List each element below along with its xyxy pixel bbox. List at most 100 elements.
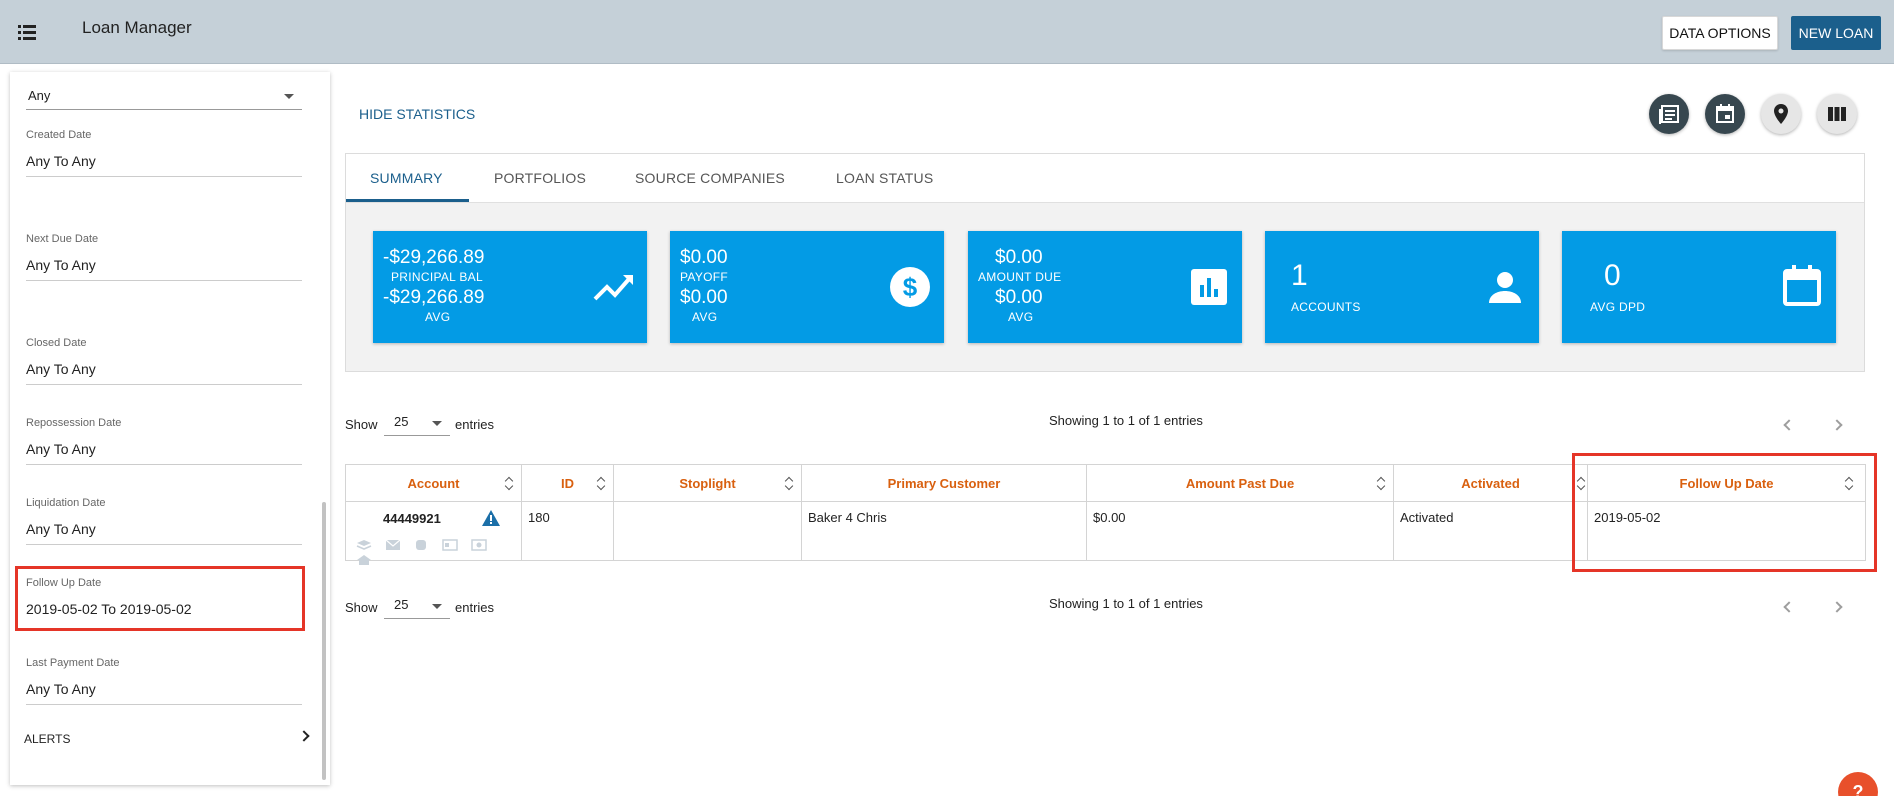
sort-icon [596, 476, 606, 491]
map-view-button[interactable] [1761, 94, 1801, 134]
loan-manager-app: Loan Manager DATA OPTIONS NEW LOAN Any C… [0, 0, 1894, 796]
layers-icon[interactable] [356, 539, 372, 551]
column-header-primary-customer[interactable]: Primary Customer [801, 464, 1087, 502]
show-label: Show [345, 600, 378, 615]
filter-label: Last Payment Date [26, 657, 120, 669]
card-avg-value: $0.00 [995, 287, 1043, 308]
follow-up-date-filter: Follow Up Date 2019-05-02 To 2019-05-02 [26, 577, 302, 624]
follow-up-date-input[interactable]: 2019-05-02 To 2019-05-02 [26, 601, 302, 624]
principal-bal-card: -$29,266.89 PRINCIPAL BAL -$29,266.89 AV… [373, 231, 647, 343]
dollar-circle-icon: $ [890, 267, 930, 307]
card-value: $0.00 [680, 247, 728, 268]
card-value: 1 [1291, 259, 1308, 292]
avg-dpd-card: 0 AVG DPD [1562, 231, 1836, 343]
repossession-date-input[interactable]: Any To Any [26, 441, 302, 465]
id-card-icon[interactable] [442, 538, 458, 551]
columns-icon [1828, 107, 1846, 121]
closed-date-input[interactable]: Any To Any [26, 361, 302, 385]
cell-follow-up-date: 2019-05-02 [1587, 501, 1866, 561]
status-select-value: Any [28, 88, 51, 103]
card-label: PRINCIPAL BAL [391, 270, 483, 284]
sort-icon [784, 476, 794, 491]
card-label: PAYOFF [680, 270, 729, 284]
next-due-date-input[interactable]: Any To Any [26, 257, 302, 281]
calendar-view-button[interactable] [1705, 94, 1745, 134]
app-title: Loan Manager [82, 18, 192, 37]
tab-loan-status[interactable]: LOAN STATUS [836, 170, 933, 186]
cell-activated: Activated [1393, 501, 1588, 561]
phone-icon[interactable] [413, 539, 429, 551]
chevron-left-icon [1783, 419, 1795, 431]
card-label: ACCOUNTS [1291, 300, 1361, 314]
created-date-filter: Created Date Any To Any [26, 129, 302, 177]
table-header-row: Account ID Stoplight Primary Customer Am… [345, 464, 1866, 502]
column-header-amount-past-due[interactable]: Amount Past Due [1086, 464, 1394, 502]
column-header-follow-up-date[interactable]: Follow Up Date [1587, 464, 1866, 502]
columns-view-button[interactable] [1817, 94, 1857, 134]
help-button[interactable]: ? [1838, 772, 1878, 796]
entries-label: entries [455, 600, 495, 615]
chevron-left-icon [1783, 601, 1795, 613]
card-value: -$29,266.89 [383, 247, 485, 268]
cell-amount-past-due: $0.00 [1086, 501, 1394, 561]
sort-icon [504, 476, 514, 491]
person-icon [1489, 272, 1521, 303]
repossession-date-filter: Repossession Date Any To Any [26, 417, 302, 465]
card-avg-value: -$29,266.89 [383, 287, 485, 308]
next-page-button[interactable] [1829, 416, 1849, 436]
chevron-down-icon [284, 94, 294, 99]
new-loan-button[interactable]: NEW LOAN [1791, 16, 1881, 50]
created-date-input[interactable]: Any To Any [26, 153, 302, 177]
card-avg-label: AVG [425, 310, 451, 324]
entries-select-value: 25 [394, 597, 409, 612]
chevron-right-icon [1831, 601, 1843, 613]
sort-icon [1844, 476, 1854, 491]
cell-stoplight [613, 501, 802, 561]
chevron-down-icon [432, 604, 442, 609]
menu-icon[interactable] [14, 22, 40, 44]
stats-tabs: SUMMARY PORTFOLIOS SOURCE COMPANIES LOAN… [346, 154, 1864, 203]
entries-select[interactable]: 25 [384, 412, 450, 436]
table-info: Showing 1 to 1 of 1 entries [1049, 413, 1203, 428]
tab-summary[interactable]: SUMMARY [370, 170, 443, 186]
filter-label: Created Date [26, 129, 92, 141]
previous-page-button-bottom[interactable] [1777, 598, 1797, 618]
tab-portfolios[interactable]: PORTFOLIOS [494, 170, 586, 186]
next-page-button-bottom[interactable] [1829, 598, 1849, 618]
sort-icon [1576, 476, 1586, 491]
last-payment-date-filter: Last Payment Date Any To Any [26, 657, 302, 705]
card-avg-value: $0.00 [680, 287, 728, 308]
column-header-stoplight[interactable]: Stoplight [613, 464, 802, 502]
data-options-button[interactable]: DATA OPTIONS [1662, 16, 1778, 50]
entries-select-bottom[interactable]: 25 [384, 595, 450, 619]
card-avg-label: AVG [1008, 310, 1034, 324]
previous-page-button[interactable] [1777, 416, 1797, 436]
chevron-right-icon [1831, 419, 1843, 431]
home-icon[interactable] [356, 554, 372, 566]
cell-account: 44449921 [345, 501, 522, 565]
column-header-activated[interactable]: Activated [1393, 464, 1588, 502]
hide-statistics-link[interactable]: HIDE STATISTICS [359, 106, 475, 122]
closed-date-filter: Closed Date Any To Any [26, 337, 302, 385]
column-header-account[interactable]: Account [345, 464, 522, 502]
column-header-id[interactable]: ID [521, 464, 614, 502]
liquidation-date-input[interactable]: Any To Any [26, 521, 302, 545]
loans-table: Account ID Stoplight Primary Customer Am… [345, 464, 1866, 565]
filter-label: Closed Date [26, 337, 87, 349]
alerts-toggle[interactable]: ALERTS [24, 730, 310, 756]
svg-text:$: $ [903, 272, 918, 302]
status-select[interactable]: Any [26, 84, 302, 110]
account-link[interactable]: 44449921 [383, 511, 441, 526]
tab-source-companies[interactable]: SOURCE COMPANIES [635, 170, 785, 186]
email-icon[interactable] [385, 539, 401, 551]
list-view-button[interactable] [1649, 94, 1689, 134]
entries-select-value: 25 [394, 414, 409, 429]
trending-up-icon [593, 275, 633, 301]
card-avg-label: AVG [692, 310, 718, 324]
table-row[interactable]: 44449921 180 Baker 4 Chris $0.00 Activat… [345, 501, 1866, 565]
payment-icon[interactable] [470, 538, 487, 551]
sidebar-scrollbar[interactable] [322, 502, 326, 780]
filter-label: Next Due Date [26, 233, 99, 245]
map-pin-icon [1774, 104, 1788, 124]
last-payment-date-input[interactable]: Any To Any [26, 681, 302, 705]
